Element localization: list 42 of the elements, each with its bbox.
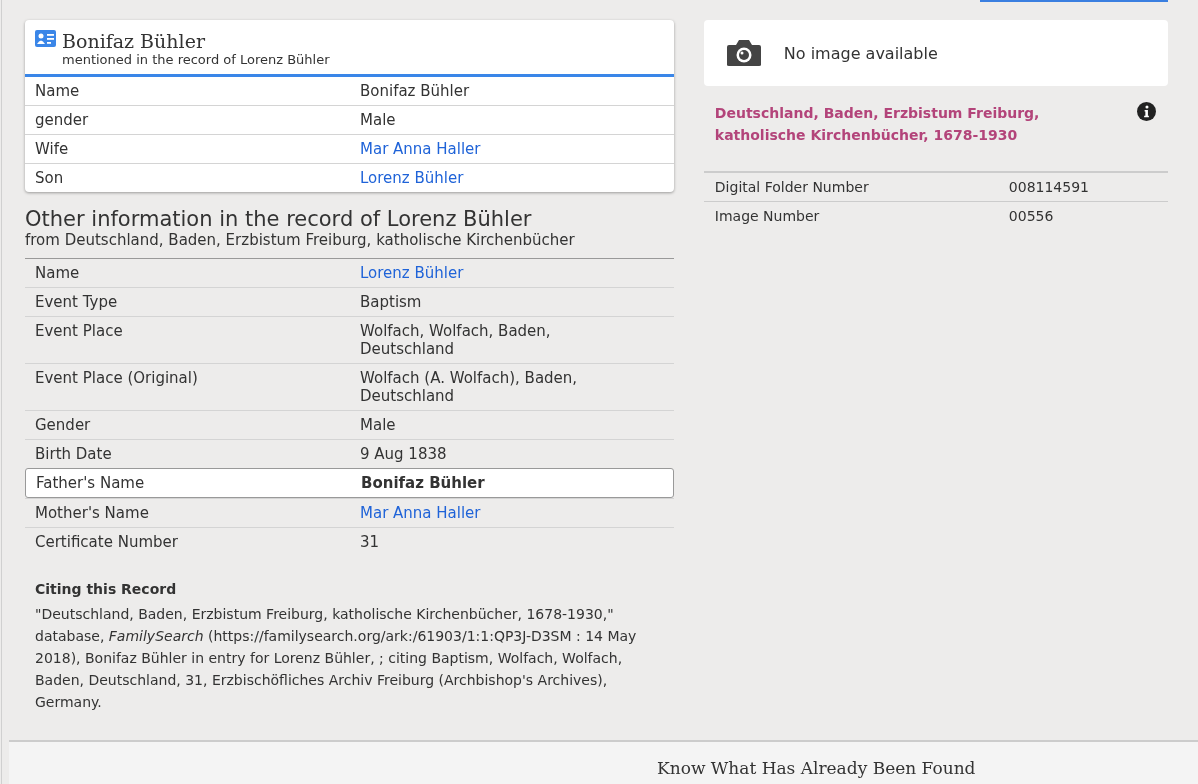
collection-title: Deutschland, Baden, Erzbistum Freiburg, katholische Kirchenbücher, 1678-1930 — [714, 104, 1041, 145]
field-label: Wife — [35, 140, 70, 158]
field-label: Image Number — [714, 207, 821, 225]
field-label: Gender — [35, 416, 92, 434]
field-label: Name — [35, 264, 81, 282]
citation-heading: Citing this Record — [35, 581, 178, 597]
person-name: Bonifaz Bühler — [62, 30, 206, 52]
field-value: Wolfach (A. Wolfach), Baden, Deutschland — [360, 369, 578, 405]
no-image-message: No image available — [783, 43, 938, 63]
info-icon[interactable] — [1137, 102, 1156, 121]
field-value: Wolfach, Wolfach, Baden, Deutschland — [360, 322, 551, 358]
field-value: Bonifaz Bühler — [360, 82, 470, 100]
field-value: 9 Aug 1838 — [360, 445, 447, 463]
id-card-icon — [35, 30, 56, 47]
camera-icon — [725, 39, 762, 67]
field-value: Baptism — [360, 293, 422, 311]
section-title: Other information in the record of Lorenz Bühler — [25, 207, 533, 231]
section-subtitle: from Deutschland, Baden, Erzbistum Freiburg, katholische Kirchenbücher — [25, 231, 674, 259]
field-value: Male — [360, 111, 396, 129]
field-label: gender — [35, 111, 90, 129]
person-subtitle: mentioned in the record of Lorenz Bühler — [62, 52, 330, 68]
person-link[interactable]: Lorenz Bühler — [360, 169, 464, 187]
field-label: Father's Name — [36, 474, 146, 492]
field-label: Event Place (Original) — [35, 369, 199, 389]
footer-heading: Know What Has Already Been Found — [657, 758, 977, 778]
person-link[interactable]: Mar Anna Haller — [360, 504, 481, 522]
field-value: 00556 — [1008, 207, 1054, 225]
field-label: Event Type — [35, 293, 119, 311]
person-link[interactable]: Mar Anna Haller — [360, 140, 481, 158]
field-value: 31 — [360, 533, 380, 551]
field-value: 008114591 — [1008, 178, 1089, 196]
field-label: Event Place — [35, 322, 124, 342]
field-label: Certificate Number — [35, 533, 179, 551]
field-value: Bonifaz Bühler — [361, 474, 485, 492]
field-label: Birth Date — [35, 445, 113, 463]
citation-text: "Deutschland, Baden, Erzbistum Freiburg, katholische Kirchenbücher, 1678-1930," database, FamilySearch (https://familysearch.org/ark:/61903/1:1:QP3J-D3SM : 14 May 2018), Bonifaz Bühler in entry for Lorenz Bühler, ; citing Baptism, Wolfach, Wolfach, Baden, Deutschland, 31, Erzbischöfliches Archiv Freiburg (Archbishop's Archives), Germany. — [35, 605, 638, 712]
field-label: Son — [35, 169, 65, 187]
field-value: Male — [360, 416, 396, 434]
field-label: Digital Folder Number — [714, 178, 870, 196]
person-link[interactable]: Lorenz Bühler — [360, 264, 464, 282]
field-label: Mother's Name — [35, 504, 150, 522]
field-label: Name — [35, 82, 81, 100]
